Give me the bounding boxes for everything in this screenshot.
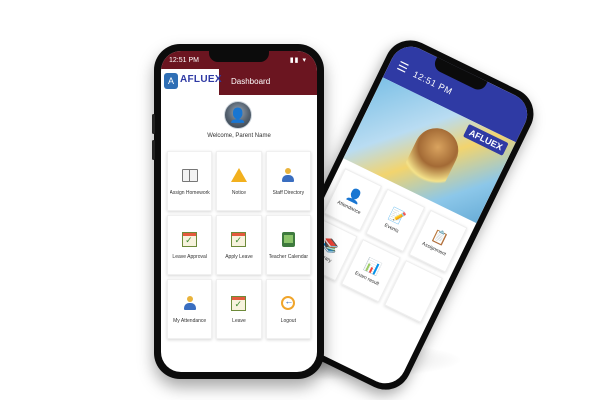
- afluex-logo: A AFLUEX: [161, 69, 222, 95]
- dashboard-tile-grid: Assign Homework Notice Staff Directory L…: [167, 151, 311, 339]
- tile-assign-homework[interactable]: Assign Homework: [167, 151, 213, 211]
- profile-section: 👤 Welcome, Parent Name: [161, 101, 317, 149]
- tile-label: Teacher Calendar: [268, 254, 309, 260]
- tablet-icon: [281, 231, 295, 247]
- logout-icon: [281, 296, 296, 310]
- page-title: Dashboard: [231, 77, 271, 86]
- volume-up-button: [152, 114, 155, 134]
- tile-notice[interactable]: Notice: [216, 151, 262, 211]
- banner-person-image: [398, 120, 466, 196]
- calendar-check-icon: [231, 231, 247, 247]
- status-bar-time: 12:51 PM: [169, 57, 199, 64]
- tile-leave-approval[interactable]: Leave Approval: [167, 215, 213, 275]
- tile-label: Logout: [280, 318, 296, 324]
- afluex-logo-icon: A: [164, 73, 178, 89]
- tile-logout[interactable]: Logout: [265, 279, 311, 339]
- person-icon: [282, 168, 295, 182]
- status-bar-icons: ▮▮ ▾: [289, 57, 307, 64]
- tile-my-attendance[interactable]: My Attendance: [167, 279, 213, 339]
- volume-down-button: [152, 140, 155, 160]
- person-check-icon: [183, 296, 196, 310]
- hamburger-menu-icon[interactable]: ☰: [395, 58, 411, 75]
- welcome-text: Welcome, Parent Name: [207, 133, 271, 139]
- warning-icon: [230, 168, 247, 182]
- calendar-check-icon: [231, 295, 247, 311]
- book-icon: [181, 168, 198, 182]
- tile-label: Staff Directory: [272, 190, 305, 196]
- tile-label: My Attendance: [173, 318, 207, 324]
- tile-label: Assign Homework: [169, 190, 210, 196]
- tile-label: Leave Approval: [172, 254, 207, 260]
- front-phone-screen: 12:51 PM ▮▮ ▾ A AFLUEX Dashboard 👤 Welco…: [161, 51, 317, 372]
- tile-label: Apply Leave: [225, 254, 253, 260]
- tile-label: Notice: [231, 190, 247, 196]
- afluex-logo-text: AFLUEX: [180, 74, 222, 85]
- avatar[interactable]: 👤: [224, 101, 252, 129]
- calendar-check-icon: [182, 231, 198, 247]
- front-phone-notch: [209, 51, 269, 62]
- front-phone: 12:51 PM ▮▮ ▾ A AFLUEX Dashboard 👤 Welco…: [152, 44, 324, 379]
- tile-label: Leave: [232, 318, 246, 324]
- tile-apply-leave[interactable]: Apply Leave: [216, 215, 262, 275]
- tile-staff-directory[interactable]: Staff Directory: [265, 151, 311, 211]
- tile-leave[interactable]: Leave: [216, 279, 262, 339]
- tile-teacher-calendar[interactable]: Teacher Calendar: [265, 215, 311, 275]
